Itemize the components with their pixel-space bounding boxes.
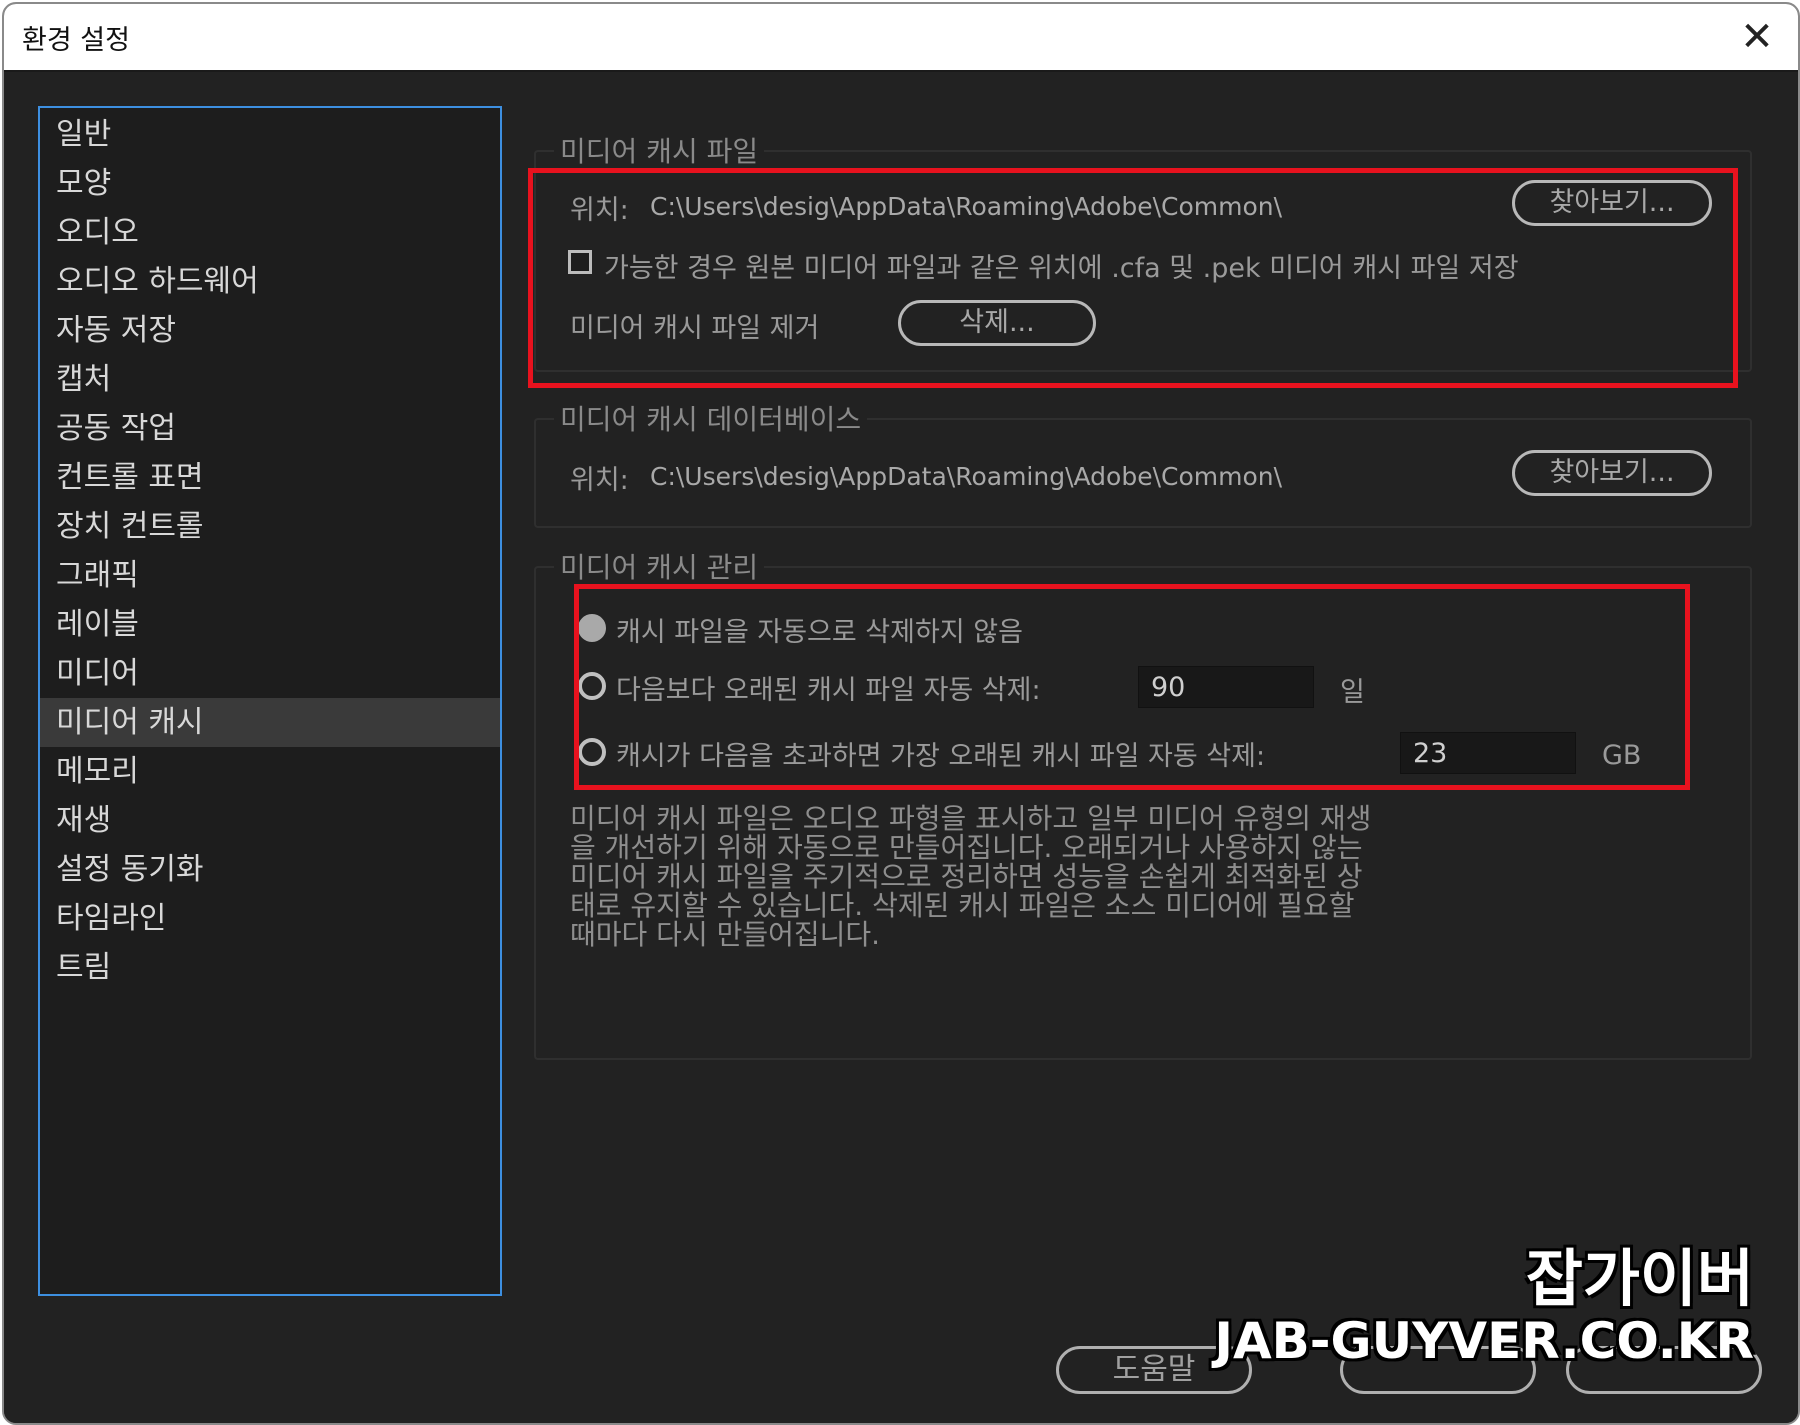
description-line: 미디어 캐시 파일은 오디오 파형을 표시하고 일부 미디어 유형의 재생 [570,802,1372,835]
radio-exceeds[interactable] [578,738,606,766]
size-unit: GB [1602,740,1642,771]
description-line: 때마다 다시 만들어집니다. [570,918,881,951]
sidebar-item[interactable]: 미디어 캐시 [40,698,500,747]
same-location-label: 가능한 경우 원본 미디어 파일과 같은 위치에 .cfa 및 .pek 미디어… [604,253,1519,284]
same-location-checkbox[interactable] [568,250,592,274]
description-line: 을 개선하기 위해 자동으로 만들어집니다. 오래되거나 사용하지 않는 [570,831,1363,864]
sidebar-item[interactable]: 오디오 [40,208,500,257]
radio-older-than-label: 다음보다 오래된 캐시 파일 자동 삭제: [616,675,1041,706]
remove-cache-label: 미디어 캐시 파일 제거 [570,313,820,344]
location-label: 위치: [570,195,629,226]
db-location-path: C:\Users\desig\AppData\Roaming\Adobe\Com… [650,462,1283,491]
description-line: 태로 유지할 수 있습니다. 삭제된 캐시 파일은 소스 미디어에 필요할 [570,889,1355,922]
sidebar-item[interactable]: 장치 컨트롤 [40,502,500,551]
sidebar-item[interactable]: 컨트롤 표면 [40,453,500,502]
sidebar-item[interactable]: 공동 작업 [40,404,500,453]
radio-older-than[interactable] [578,672,606,700]
close-icon[interactable]: ✕ [1730,10,1784,64]
location-path: C:\Users\desig\AppData\Roaming\Adobe\Com… [650,192,1283,221]
sidebar-item[interactable]: 일반 [40,110,500,159]
sidebar-item[interactable]: 레이블 [40,600,500,649]
radio-exceeds-label: 캐시가 다음을 초과하면 가장 오래된 캐시 파일 자동 삭제: [616,741,1266,772]
sidebar-item[interactable]: 트림 [40,943,500,992]
delete-button[interactable]: 삭제... [898,300,1096,346]
preferences-window: 환경 설정 ✕ 일반 모양 오디오 오디오 하드웨어 자동 저장 캡처 공동 작업 컨트롤 표… [2,2,1800,1425]
sidebar-item[interactable]: 미디어 [40,649,500,698]
db-location-label: 위치: [570,465,629,496]
watermark-url: JAB-GUYVER.CO.KR [1214,1312,1754,1370]
sidebar-item[interactable]: 그래픽 [40,551,500,600]
description-line: 미디어 캐시 파일을 주기적으로 정리하면 성능을 손쉽게 최적화된 상 [570,860,1363,893]
group-title: 미디어 캐시 데이터베이스 [554,398,868,438]
group-title: 미디어 캐시 파일 [554,130,765,170]
sidebar-item[interactable]: 타임라인 [40,894,500,943]
cache-description: 미디어 캐시 파일은 오디오 파형을 표시하고 일부 미디어 유형의 재생 을 개… [570,804,1490,949]
sidebar-item[interactable]: 재생 [40,796,500,845]
window-title: 환경 설정 [22,25,130,56]
dialog-body: 일반 모양 오디오 오디오 하드웨어 자동 저장 캡처 공동 작업 컨트롤 표면 장치 컨트롤 그… [4,72,1798,1423]
sidebar-item[interactable]: 모양 [40,159,500,208]
category-list[interactable]: 일반 모양 오디오 오디오 하드웨어 자동 저장 캡처 공동 작업 컨트롤 표면 장치 컨트롤 그… [38,106,502,1296]
title-bar: 환경 설정 ✕ [4,4,1798,72]
radio-never-delete[interactable] [578,614,606,642]
db-browse-button[interactable]: 찾아보기... [1512,450,1712,496]
sidebar-item[interactable]: 메모리 [40,747,500,796]
sidebar-item[interactable]: 오디오 하드웨어 [40,257,500,306]
sidebar-item[interactable]: 자동 저장 [40,306,500,355]
radio-never-delete-label: 캐시 파일을 자동으로 삭제하지 않음 [616,617,1023,648]
watermark-title: 잡가이버 [1525,1242,1754,1315]
sidebar-item[interactable]: 설정 동기화 [40,845,500,894]
browse-button[interactable]: 찾아보기... [1512,180,1712,226]
older-days-input[interactable]: 90 [1138,666,1314,708]
exceeds-size-input[interactable]: 23 [1400,732,1576,774]
sidebar-item[interactable]: 캡처 [40,355,500,404]
group-title: 미디어 캐시 관리 [554,546,765,586]
days-unit: 일 [1340,677,1365,708]
